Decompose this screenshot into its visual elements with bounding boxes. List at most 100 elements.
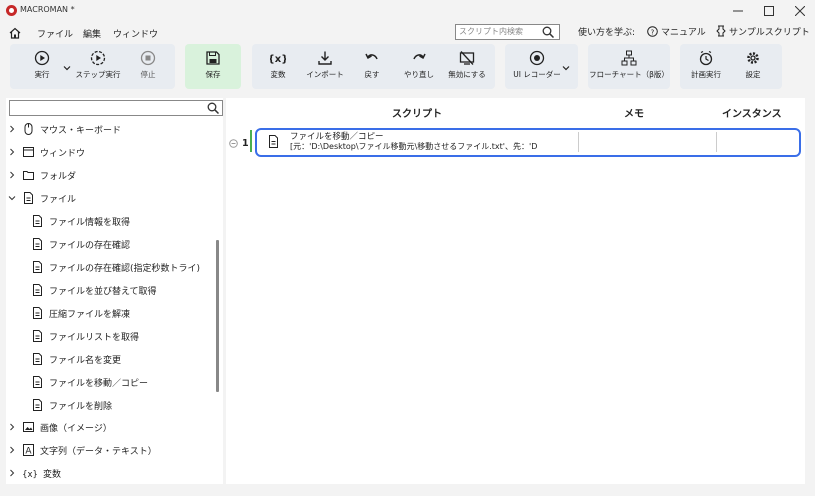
flowchart-icon [621,50,637,66]
ui-recorder-button[interactable]: UI レコーダー [513,50,561,86]
tree-item-file-exists-retry[interactable]: ファイルの存在確認(指定秒数トライ) [32,257,200,277]
menu-window[interactable]: ウィンドウ [113,27,158,40]
tree-category-variable[interactable]: {x} 変数 [8,463,61,483]
stop-label: 停止 [140,70,156,79]
image-icon [23,422,34,432]
file-icon [33,376,42,388]
tree-category-window[interactable]: ウィンドウ [8,142,85,162]
tree-item-file-exists[interactable]: ファイルの存在確認 [32,234,130,254]
chevron-right-icon [10,171,15,179]
file-icon [33,330,42,342]
tree-category-image[interactable]: 画像（イメージ） [8,417,112,437]
chevron-down-icon[interactable] [63,64,71,72]
redo-icon [413,53,426,60]
settings-label: 設定 [745,70,761,79]
minimize-icon [733,10,743,12]
close-button[interactable] [785,3,815,19]
schedule-button[interactable]: 計画実行 [688,50,724,86]
line-number: 1 [242,138,249,149]
save-icon [206,51,220,65]
file-icon [33,284,42,296]
tree-item-move-copy[interactable]: ファイルを移動／コピー [32,372,148,392]
menu-file[interactable]: ファイル [37,27,73,40]
maximize-icon [764,6,774,16]
chevron-right-icon [10,446,15,454]
search-button[interactable] [542,26,554,38]
script-row-detail: [元：'D:\Desktop\ファイル移動元\移動させるファイル.txt'、先：… [290,142,538,151]
run-button[interactable]: 実行 [27,50,57,86]
svg-text:{x}: {x} [23,470,37,479]
text-icon: A [23,444,34,456]
script-row[interactable]: ファイルを移動／コピー [元：'D:\Desktop\ファイル移動元\移動させる… [255,128,801,157]
sample-scripts-link[interactable]: サンプルスクリプト [716,24,810,38]
tree-label: ファイルリストを取得 [49,332,140,343]
menu-edit[interactable]: 編集 [83,27,101,40]
column-header-memo: メモ [624,109,644,120]
tree-item-get-file-info[interactable]: ファイル情報を取得 [32,211,130,231]
tree-item-rename[interactable]: ファイル名を変更 [32,349,121,369]
stop-icon [140,50,156,66]
search-icon [207,102,219,114]
manual-label: マニュアル [661,27,706,38]
tree-item-delete[interactable]: ファイルを削除 [32,395,112,415]
tree-scrollbar[interactable] [216,240,219,392]
manual-link[interactable]: ? マニュアル [647,24,706,38]
stop-button[interactable]: 停止 [133,50,163,86]
collapse-toggle-icon[interactable] [229,139,238,148]
script-search-input[interactable]: スクリプト内検索 [455,24,560,40]
column-header-script: スクリプト [392,109,442,120]
tree-category-folder[interactable]: フォルダ [8,165,76,185]
window-icon [23,147,34,157]
undo-button[interactable]: 戻す [357,50,387,86]
window-title: MACROMAN * [20,5,75,14]
chevron-down-icon[interactable] [562,64,570,72]
file-icon [24,192,33,204]
import-label: インポート [306,70,344,79]
folder-icon [23,171,34,180]
flowchart-button[interactable]: フローチャート（β版） [589,50,669,86]
save-button[interactable]: 保存 [198,50,228,86]
help-circle-icon: ? [647,25,658,37]
search-placeholder: スクリプト内検索 [459,27,523,36]
disable-button[interactable]: 無効にする [446,50,488,86]
ui-recorder-label: UI レコーダー [513,70,561,79]
title-bar [0,0,815,22]
import-button[interactable]: インポート [305,50,345,86]
column-header-instance: インスタンス [722,109,782,120]
variable-icon: {x} [270,54,286,65]
variable-icon: {x} [23,470,37,479]
file-icon [33,215,42,227]
minimize-button[interactable] [723,3,753,19]
undo-icon [365,53,378,60]
tree-category-file[interactable]: ファイル [8,188,76,208]
tree-category-mouse-keyboard[interactable]: マウス・キーボード [8,119,121,139]
app-logo-icon [6,5,17,16]
tree-category-text[interactable]: A 文字列（データ・テキスト） [8,440,157,460]
tree-label: 変数 [43,469,62,480]
svg-text:{x}: {x} [270,54,286,65]
command-search-button[interactable] [207,102,219,114]
home-button[interactable] [9,27,21,39]
disable-label: 無効にする [448,70,486,79]
tree-item-sorted-files[interactable]: ファイルを並び替えて取得 [32,280,157,300]
tree-label: 圧縮ファイルを解凍 [49,309,131,320]
learn-label: 使い方を学ぶ: [578,27,636,38]
variable-button[interactable]: {x} 変数 [263,50,293,86]
settings-button[interactable]: 設定 [738,50,768,86]
tree-label: 画像（イメージ） [40,423,112,434]
step-run-label: ステップ実行 [75,70,121,79]
file-icon [33,353,42,365]
tree-label: フォルダ [40,171,77,182]
search-icon [542,26,554,38]
tree-label: ファイル [40,194,77,205]
redo-button[interactable]: やり直し [401,50,437,86]
command-search-input[interactable] [9,100,223,116]
tree-item-file-list[interactable]: ファイルリストを取得 [32,326,139,346]
tree-label: ファイルを削除 [49,401,113,412]
chevron-right-icon [10,469,15,477]
file-icon [33,399,42,411]
tree-item-unzip[interactable]: 圧縮ファイルを解凍 [32,303,130,323]
chevron-right-icon [10,125,15,133]
step-run-button[interactable]: ステップ実行 [74,50,122,86]
maximize-button[interactable] [754,3,784,19]
